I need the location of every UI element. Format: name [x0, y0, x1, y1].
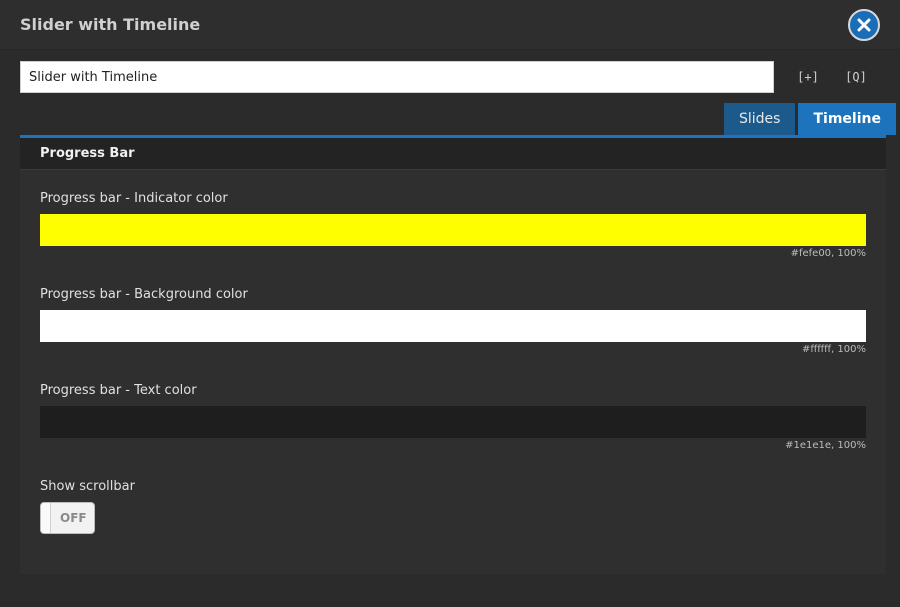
text-color-swatch[interactable] [40, 406, 866, 438]
panel-title: Progress Bar [20, 138, 886, 170]
show-scrollbar-toggle[interactable]: OFF [40, 502, 95, 534]
toggle-state-text: OFF [60, 511, 87, 525]
progress-bar-panel: Progress Bar Progress bar - Indicator co… [20, 138, 886, 574]
show-scrollbar-label: Show scrollbar [40, 479, 135, 494]
slider-name-input[interactable] [20, 61, 774, 93]
close-button[interactable] [848, 9, 880, 41]
title-bar: Slider with Timeline [0, 0, 900, 50]
text-color-label: Progress bar - Text color [40, 383, 197, 398]
tab-bar: Slides Timeline [724, 103, 896, 135]
indicator-color-swatch[interactable] [40, 214, 866, 246]
preview-button[interactable]: [Q] [845, 68, 867, 86]
text-color-value: #1e1e1e, 100% [785, 440, 866, 451]
shortcode-button[interactable]: [+] [797, 68, 819, 86]
dialog-title: Slider with Timeline [20, 15, 201, 34]
background-color-label: Progress bar - Background color [40, 287, 248, 302]
close-icon [857, 18, 871, 32]
preview-bracket-icon: [Q] [845, 70, 867, 84]
tab-timeline[interactable]: Timeline [798, 103, 896, 135]
indicator-color-label: Progress bar - Indicator color [40, 191, 228, 206]
toggle-knob [41, 503, 51, 533]
background-color-swatch[interactable] [40, 310, 866, 342]
slider-settings-dialog: Slider with Timeline [+] [Q] Slides Time… [0, 0, 900, 607]
add-bracket-icon: [+] [797, 70, 819, 84]
indicator-color-value: #fefe00, 100% [790, 248, 866, 259]
tab-slides[interactable]: Slides [724, 103, 796, 135]
background-color-value: #ffffff, 100% [802, 344, 866, 355]
